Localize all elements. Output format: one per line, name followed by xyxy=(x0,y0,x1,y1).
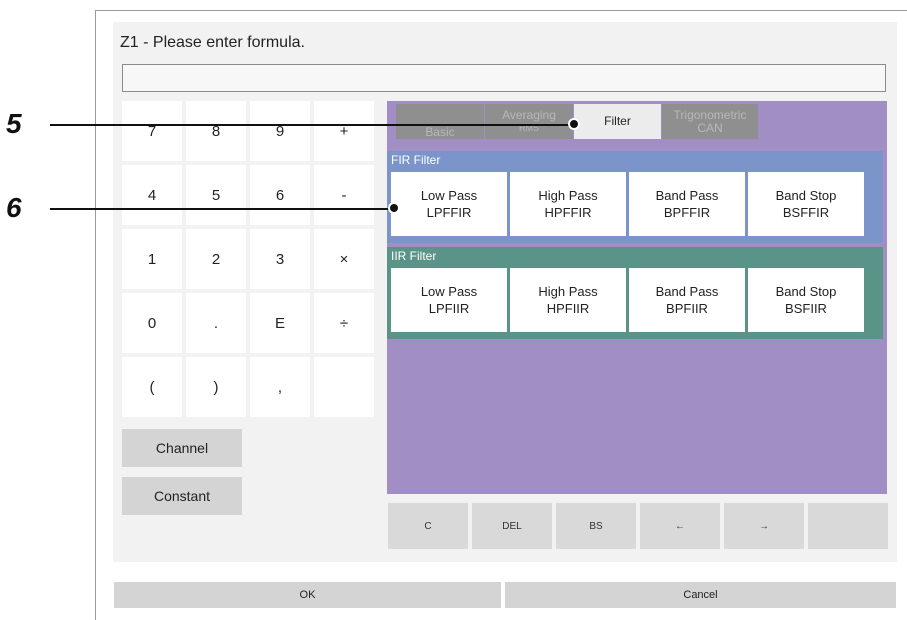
bpffir-button[interactable]: Band Pass BPFFIR xyxy=(629,172,745,236)
bsffir-name: Band Stop xyxy=(775,188,837,203)
iir-filter-title: IIR Filter xyxy=(391,249,437,263)
key-open-paren[interactable]: ( xyxy=(122,357,182,417)
key-close-paren[interactable]: ) xyxy=(186,357,246,417)
fir-filter-title: FIR Filter xyxy=(391,153,441,167)
callout-number-5: 5 xyxy=(6,108,22,139)
key-plus[interactable]: + xyxy=(314,101,374,161)
key-8[interactable]: 8 xyxy=(186,101,246,161)
fir-filter-group: FIR Filter Low Pass LPFFIR High Pass HPF… xyxy=(387,151,883,243)
channel-button[interactable]: Channel xyxy=(122,429,242,467)
tab-basic-label: Basic xyxy=(425,125,455,139)
key-7[interactable]: 7 xyxy=(122,101,182,161)
hpffir-name: High Pass xyxy=(538,188,598,203)
key-0[interactable]: 0 xyxy=(122,293,182,353)
tab-trigonometric[interactable]: Trigonometric CAN xyxy=(662,104,758,139)
key-blank[interactable] xyxy=(314,357,374,417)
keypad: 7 8 9 + 4 5 6 - 1 2 3 × 0 . E ÷ ( ) , xyxy=(122,101,374,421)
callout-line-6 xyxy=(50,208,394,210)
bsfiir-name: Band Stop xyxy=(775,284,837,299)
lpfiir-button[interactable]: Low Pass LPFIIR xyxy=(391,268,507,332)
tab-basic[interactable]: Basic xyxy=(396,104,484,139)
bsfiir-code: BSFIIR xyxy=(785,301,827,316)
key-1[interactable]: 1 xyxy=(122,229,182,289)
lpffir-button[interactable]: Low Pass LPFFIR xyxy=(391,172,507,236)
ok-button[interactable]: OK xyxy=(114,582,501,608)
key-decimal[interactable]: . xyxy=(186,293,246,353)
lpfiir-name: Low Pass xyxy=(420,284,478,299)
key-3[interactable]: 3 xyxy=(250,229,310,289)
callout-line-5 xyxy=(50,124,574,126)
lpffir-name: Low Pass xyxy=(420,188,478,203)
callout-dot-6 xyxy=(388,202,400,214)
constant-button[interactable]: Constant xyxy=(122,477,242,515)
key-2[interactable]: 2 xyxy=(186,229,246,289)
hpffir-button[interactable]: High Pass HPFFIR xyxy=(510,172,626,236)
tab-filter[interactable]: Filter xyxy=(574,104,661,139)
bpfiir-code: BPFIIR xyxy=(666,301,708,316)
key-9[interactable]: 9 xyxy=(250,101,310,161)
hpfiir-code: HPFIIR xyxy=(546,301,590,316)
dialog-title: Z1 - Please enter formula. xyxy=(120,34,305,51)
callout-number-6: 6 xyxy=(6,192,22,223)
hpffir-code: HPFFIR xyxy=(544,205,592,220)
iir-filter-group: IIR Filter Low Pass LPFIIR High Pass HPF… xyxy=(387,247,883,339)
bsffir-code: BSFFIR xyxy=(782,205,830,220)
hpfiir-name: High Pass xyxy=(538,284,598,299)
cursor-right-button[interactable]: → xyxy=(724,503,804,549)
backspace-button[interactable]: BS xyxy=(556,503,636,549)
callout-dot-5 xyxy=(568,118,580,130)
bpffir-name: Band Pass xyxy=(655,188,719,203)
key-4[interactable]: 4 xyxy=(122,165,182,225)
key-divide[interactable]: ÷ xyxy=(314,293,374,353)
tab-trigonometric-sublabel: CAN xyxy=(697,120,723,135)
key-comma[interactable]: , xyxy=(250,357,310,417)
bpfiir-button[interactable]: Band Pass BPFIIR xyxy=(629,268,745,332)
bpffir-code: BPFFIR xyxy=(663,205,711,220)
bsffir-button[interactable]: Band Stop BSFFIR xyxy=(748,172,864,236)
hpfiir-button[interactable]: High Pass HPFIIR xyxy=(510,268,626,332)
blank-edit-button[interactable] xyxy=(808,503,888,549)
tab-averaging-label: Averaging xyxy=(502,107,556,122)
lpffir-code: LPFFIR xyxy=(426,205,472,220)
key-multiply[interactable]: × xyxy=(314,229,374,289)
tab-averaging[interactable]: Averaging RMS xyxy=(485,104,573,139)
bpfiir-name: Band Pass xyxy=(655,284,719,299)
key-5[interactable]: 5 xyxy=(186,165,246,225)
lpfiir-code: LPFIIR xyxy=(428,301,470,316)
cursor-left-button[interactable]: ← xyxy=(640,503,720,549)
key-minus[interactable]: - xyxy=(314,165,374,225)
bsfiir-button[interactable]: Band Stop BSFIIR xyxy=(748,268,864,332)
key-6[interactable]: 6 xyxy=(250,165,310,225)
formula-input[interactable] xyxy=(122,64,886,92)
cancel-button[interactable]: Cancel xyxy=(505,582,896,608)
key-exponent[interactable]: E xyxy=(250,293,310,353)
tab-trigonometric-label: Trigonometric xyxy=(673,107,747,122)
delete-button[interactable]: DEL xyxy=(472,503,552,549)
clear-button[interactable]: C xyxy=(388,503,468,549)
tab-filter-label: Filter xyxy=(604,114,631,128)
